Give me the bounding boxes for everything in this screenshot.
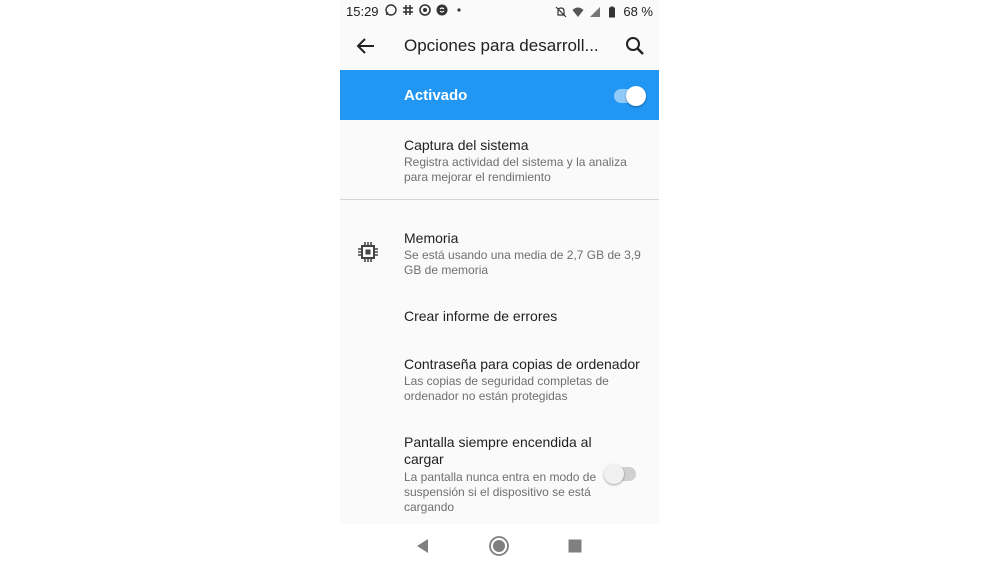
- pref-title: Pantalla siempre encendida al cargar: [404, 434, 592, 467]
- pref-title: Crear informe de errores: [404, 308, 558, 324]
- phone-screen: 15:29 68 % Opciones para desarroll... Ac…: [340, 0, 659, 567]
- pref-memory[interactable]: Memoria Se está usando una media de 2,7 …: [340, 200, 659, 288]
- signal-icon: [590, 6, 601, 17]
- notification-icons: [385, 4, 465, 16]
- wifi-icon: [572, 7, 584, 17]
- arrow-back-icon[interactable]: [354, 34, 378, 58]
- search-icon[interactable]: [623, 34, 647, 58]
- page-title: Opciones para desarroll...: [404, 36, 599, 55]
- toggle-knob: [604, 464, 624, 484]
- slack-icon: [403, 5, 413, 15]
- pref-system-tracing[interactable]: Captura del sistema Registra actividad d…: [340, 120, 659, 199]
- system-icons: 68 %: [555, 4, 653, 19]
- pref-summary: Registra actividad del sistema y la anal…: [404, 155, 627, 184]
- status-time: 15:29: [346, 4, 379, 19]
- status-bar: 15:29 68 %: [340, 0, 659, 24]
- master-switch-label: Activado: [404, 87, 468, 104]
- dot-icon: [457, 8, 461, 12]
- shazam-icon: [436, 4, 448, 16]
- back-triangle-icon[interactable]: [412, 535, 434, 557]
- whatsapp-icon: [385, 4, 397, 16]
- pref-stay-awake[interactable]: Pantalla siempre encendida al cargar La …: [340, 428, 659, 524]
- pref-title: Memoria: [404, 230, 459, 246]
- app-icon: [419, 4, 431, 16]
- memory-chip-icon: [358, 242, 378, 262]
- battery-icon: [609, 6, 616, 17]
- pref-summary: Las copias de seguridad completas de ord…: [404, 374, 609, 403]
- notifications-off-icon: [555, 6, 567, 17]
- toggle-knob: [626, 86, 646, 106]
- app-bar: Opciones para desarroll...: [340, 24, 659, 70]
- pref-title: Captura del sistema: [404, 137, 529, 153]
- home-circle-icon[interactable]: [488, 535, 510, 557]
- navigation-bar: [340, 524, 659, 567]
- master-switch-bar[interactable]: Activado: [340, 70, 659, 120]
- pref-bug-report[interactable]: Crear informe de errores: [340, 288, 659, 348]
- pref-backup-password[interactable]: Contraseña para copias de ordenador Las …: [340, 348, 659, 428]
- pref-summary: Se está usando una media de 2,7 GB de 3,…: [404, 248, 641, 277]
- master-toggle[interactable]: [614, 86, 646, 106]
- battery-percent: 68 %: [623, 4, 653, 19]
- pref-title: Contraseña para copias de ordenador: [404, 356, 640, 372]
- pref-summary: La pantalla nunca entra en modo de suspe…: [404, 470, 597, 514]
- stay-awake-toggle[interactable]: [604, 464, 636, 484]
- recents-square-icon[interactable]: [564, 535, 586, 557]
